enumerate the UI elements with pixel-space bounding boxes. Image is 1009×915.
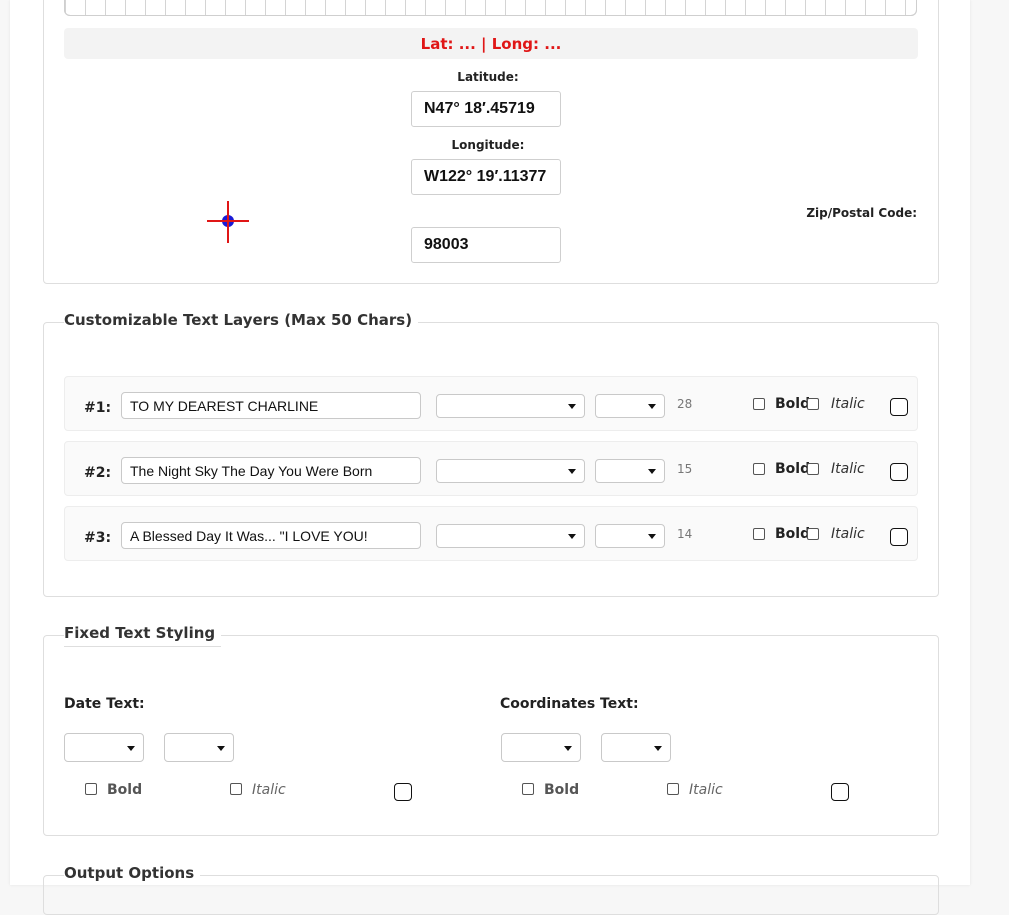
- font-size-select[interactable]: [595, 524, 665, 548]
- italic-label: Italic: [831, 526, 865, 542]
- bold-label: Bold: [775, 526, 811, 542]
- coords-font-select[interactable]: [501, 733, 581, 762]
- italic-checkbox[interactable]: [807, 463, 819, 475]
- date-italic-checkbox[interactable]: [230, 783, 242, 795]
- bold-checkbox[interactable]: [753, 463, 765, 475]
- coords-italic-checkbox[interactable]: [667, 783, 679, 795]
- color-picker-button[interactable]: [890, 463, 908, 481]
- chevron-down-icon: [654, 746, 662, 751]
- coords-bold-checkbox[interactable]: [522, 783, 534, 795]
- font-size-value: 28: [677, 397, 693, 411]
- italic-checkbox[interactable]: [807, 398, 819, 410]
- chevron-down-icon: [568, 404, 576, 409]
- bold-label: Bold: [775, 461, 811, 477]
- text-layer-input[interactable]: TO MY DEAREST CHARLINE: [121, 392, 421, 419]
- date-size-select[interactable]: [164, 733, 234, 762]
- coords-color-picker-button[interactable]: [831, 783, 849, 801]
- bold-checkbox[interactable]: [753, 398, 765, 410]
- chevron-down-icon: [568, 469, 576, 474]
- text-layer-row: #1: TO MY DEAREST CHARLINE 28 Bold Itali…: [64, 376, 918, 431]
- star-map-grid-overlay: [64, 0, 917, 16]
- font-size-value: 15: [677, 462, 693, 476]
- date-color-picker-button[interactable]: [394, 783, 412, 801]
- text-layer-row: #3: A Blessed Day It Was... "I LOVE YOU!…: [64, 506, 918, 561]
- date-bold-checkbox[interactable]: [85, 783, 97, 795]
- color-picker-button[interactable]: [890, 528, 908, 546]
- latlong-readout: Lat: ... | Long: ...: [64, 28, 918, 59]
- date-font-select[interactable]: [64, 733, 144, 762]
- font-select[interactable]: [436, 394, 585, 418]
- font-size-select[interactable]: [595, 459, 665, 483]
- zip-field[interactable]: 98003: [411, 227, 561, 263]
- italic-label: Italic: [831, 461, 865, 477]
- bold-checkbox[interactable]: [753, 528, 765, 540]
- chevron-down-icon: [217, 746, 225, 751]
- latitude-label: Latitude:: [457, 70, 519, 84]
- output-options-legend: Output Options: [64, 864, 201, 882]
- longitude-label: Longitude:: [451, 138, 525, 152]
- latitude-field[interactable]: N47° 18′.45719: [411, 91, 561, 127]
- font-size-value: 14: [677, 527, 693, 541]
- coordinates-text-label: Coordinates Text:: [500, 696, 639, 712]
- date-italic-label: Italic: [252, 782, 286, 798]
- crosshair-target-icon[interactable]: [206, 200, 250, 244]
- chevron-down-icon: [127, 746, 135, 751]
- text-layer-input[interactable]: A Blessed Day It Was... "I LOVE YOU!: [121, 522, 421, 549]
- italic-checkbox[interactable]: [807, 528, 819, 540]
- font-select[interactable]: [436, 524, 585, 548]
- coords-bold-label: Bold: [544, 782, 580, 798]
- chevron-down-icon: [648, 404, 656, 409]
- longitude-field[interactable]: W122° 19′.11377: [411, 159, 561, 195]
- zip-label: Zip/Postal Code:: [806, 206, 917, 220]
- chevron-down-icon: [568, 534, 576, 539]
- color-picker-button[interactable]: [890, 398, 908, 416]
- coords-italic-label: Italic: [689, 782, 723, 798]
- italic-label: Italic: [831, 396, 865, 412]
- chevron-down-icon: [648, 469, 656, 474]
- text-layer-row: #2: The Night Sky The Day You Were Born …: [64, 441, 918, 496]
- fixed-text-legend: Fixed Text Styling: [64, 624, 222, 647]
- chevron-down-icon: [564, 746, 572, 751]
- date-bold-label: Bold: [107, 782, 143, 798]
- row-number: #3:: [84, 530, 112, 546]
- bold-label: Bold: [775, 396, 811, 412]
- row-number: #2:: [84, 465, 112, 481]
- row-number: #1:: [84, 400, 112, 416]
- chevron-down-icon: [648, 534, 656, 539]
- font-select[interactable]: [436, 459, 585, 483]
- date-text-label: Date Text:: [64, 696, 145, 712]
- coords-size-select[interactable]: [601, 733, 671, 762]
- text-layer-input[interactable]: The Night Sky The Day You Were Born: [121, 457, 421, 484]
- text-layers-legend: Customizable Text Layers (Max 50 Chars): [64, 311, 419, 329]
- font-size-select[interactable]: [595, 394, 665, 418]
